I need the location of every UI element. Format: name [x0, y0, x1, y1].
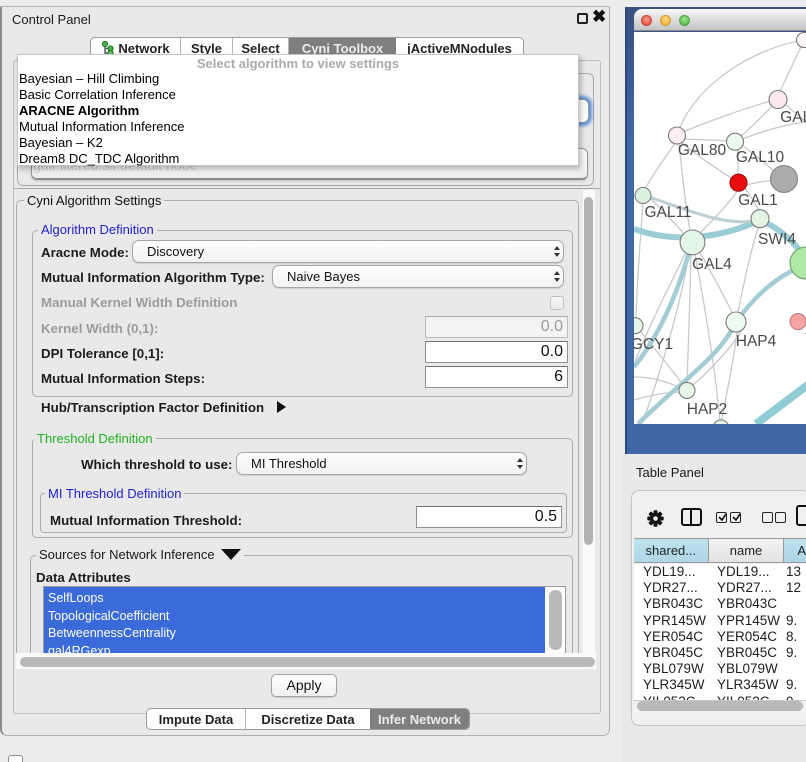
svg-text:GAL2: GAL2	[780, 109, 806, 126]
svg-text:GAL4: GAL4	[692, 256, 732, 273]
svg-text:GAL1: GAL1	[738, 192, 778, 209]
svg-text:HAP2: HAP2	[687, 401, 728, 418]
svg-text:SWI4: SWI4	[758, 231, 796, 248]
svg-text:GCY1: GCY1	[634, 336, 673, 353]
svg-text:GAL11: GAL11	[644, 204, 691, 221]
svg-text:GAL10: GAL10	[736, 149, 785, 166]
svg-text:HAP4: HAP4	[736, 333, 777, 350]
svg-text:GAL80: GAL80	[678, 142, 727, 159]
